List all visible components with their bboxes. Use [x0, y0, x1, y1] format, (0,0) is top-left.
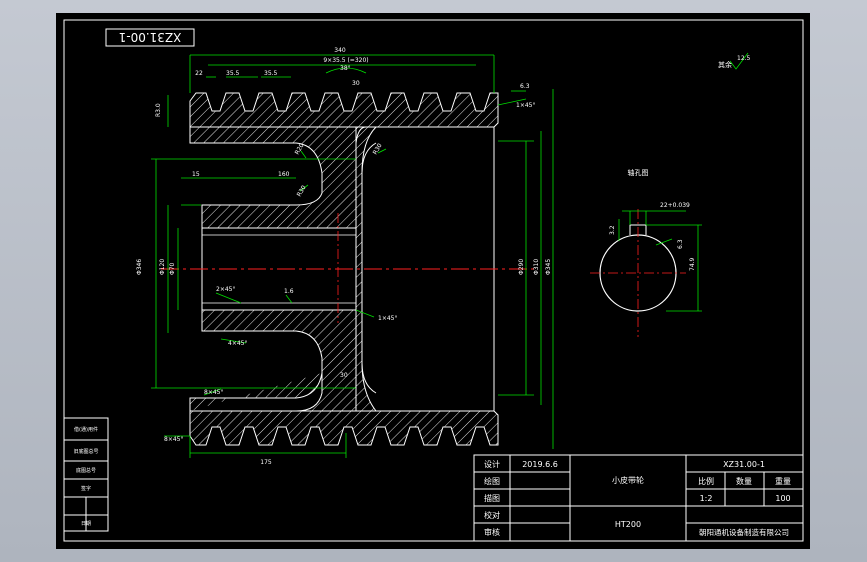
tb-hdr-qty: 数量 [736, 476, 752, 486]
tb-row-design: 设计 [484, 459, 500, 469]
tb-part-name: 小皮带轮 [612, 475, 644, 485]
dim-bottom: 175 [260, 459, 272, 466]
tb-hdr-weight: 重量 [775, 476, 791, 486]
upper-rim [189, 92, 499, 128]
side-row-4: 签字 [81, 485, 91, 492]
dim-left-offset: 22 [195, 70, 203, 77]
dim-hub-len: 160 [278, 171, 290, 178]
dim-hub-dia: Φ120 [159, 259, 166, 275]
dim-pitch-2: 35.5 [264, 70, 278, 77]
dim-chamfer-3: 4×45° [228, 340, 247, 347]
dim-chamfer-4: 8×45° [204, 389, 223, 396]
dim-bore-dia: Φ70 [169, 262, 176, 275]
tb-row-trace: 描图 [484, 493, 500, 503]
side-row-2: 旧底图总号 [73, 448, 98, 455]
dim-outer-dia: Φ346 [136, 259, 143, 275]
lower-rim [189, 410, 499, 446]
tb-row-check: 校对 [484, 510, 500, 520]
dim-chamfer-2: 1×45° [378, 315, 397, 322]
dim-right3: Φ345 [545, 259, 552, 275]
tb-val-weight: 100 [775, 494, 790, 503]
dim-chamfer-1: 2×45° [216, 286, 235, 293]
tb-val-scale: 1:2 [700, 494, 713, 503]
side-row-5: 日期 [81, 521, 91, 527]
tb-hdr-scale: 比例 [698, 476, 714, 486]
dim-roughness-top: 6.3 [520, 83, 530, 90]
key-rough-side: 6.3 [677, 239, 684, 249]
section-title: 轴孔图 [628, 168, 649, 177]
drawing-svg: XZ31.00-1 340 9×35.5 (=320) 22 35.5 35.5… [63, 19, 804, 542]
dim-right2: Φ310 [533, 259, 540, 275]
tb-row-review: 审核 [484, 527, 500, 537]
dim-sec-angle: 30 [352, 80, 360, 87]
dim-side-r3: R3.0 [155, 103, 162, 117]
tb-drawing-no: XZ31.00-1 [723, 460, 765, 469]
dim-groove-pitch: 9×35.5 (=320) [323, 57, 368, 64]
keyway-dim: 22+0.039 [660, 202, 690, 209]
dim-pitch-1: 35.5 [226, 70, 240, 77]
dim-small: 1.6 [284, 288, 294, 295]
dim-left: 15 [192, 171, 200, 178]
dim-total-width: 340 [334, 47, 346, 54]
tb-row-draw: 绘图 [484, 476, 500, 486]
dim-chamfer-5: 8×45° [164, 436, 183, 443]
side-table [63, 417, 109, 532]
side-row-1: 借(通)用件 [74, 426, 98, 433]
general-rough-val: 12.5 [737, 55, 751, 62]
key-rough: 3.2 [609, 225, 616, 235]
tb-company: 朝阳通机设备制造有限公司 [699, 527, 789, 537]
dim-groove-chamfer: 1×45° [516, 102, 535, 109]
code-box-text: XZ31.00-1 [119, 30, 182, 44]
drawing-sheet: XZ31.00-1 340 9×35.5 (=320) 22 35.5 35.5… [56, 13, 810, 549]
dim-inner-right: Φ290 [518, 259, 525, 275]
cad-viewport: XZ31.00-1 340 9×35.5 (=320) 22 35.5 35.5… [0, 0, 867, 562]
side-row-3: 底图总号 [76, 467, 96, 474]
tb-date: 2019.6.6 [522, 460, 558, 469]
key-height: 74.9 [689, 257, 696, 271]
tb-material: HT200 [615, 520, 641, 529]
dim-top-angle: 38° [340, 65, 351, 72]
dim-web: 30 [340, 372, 348, 379]
